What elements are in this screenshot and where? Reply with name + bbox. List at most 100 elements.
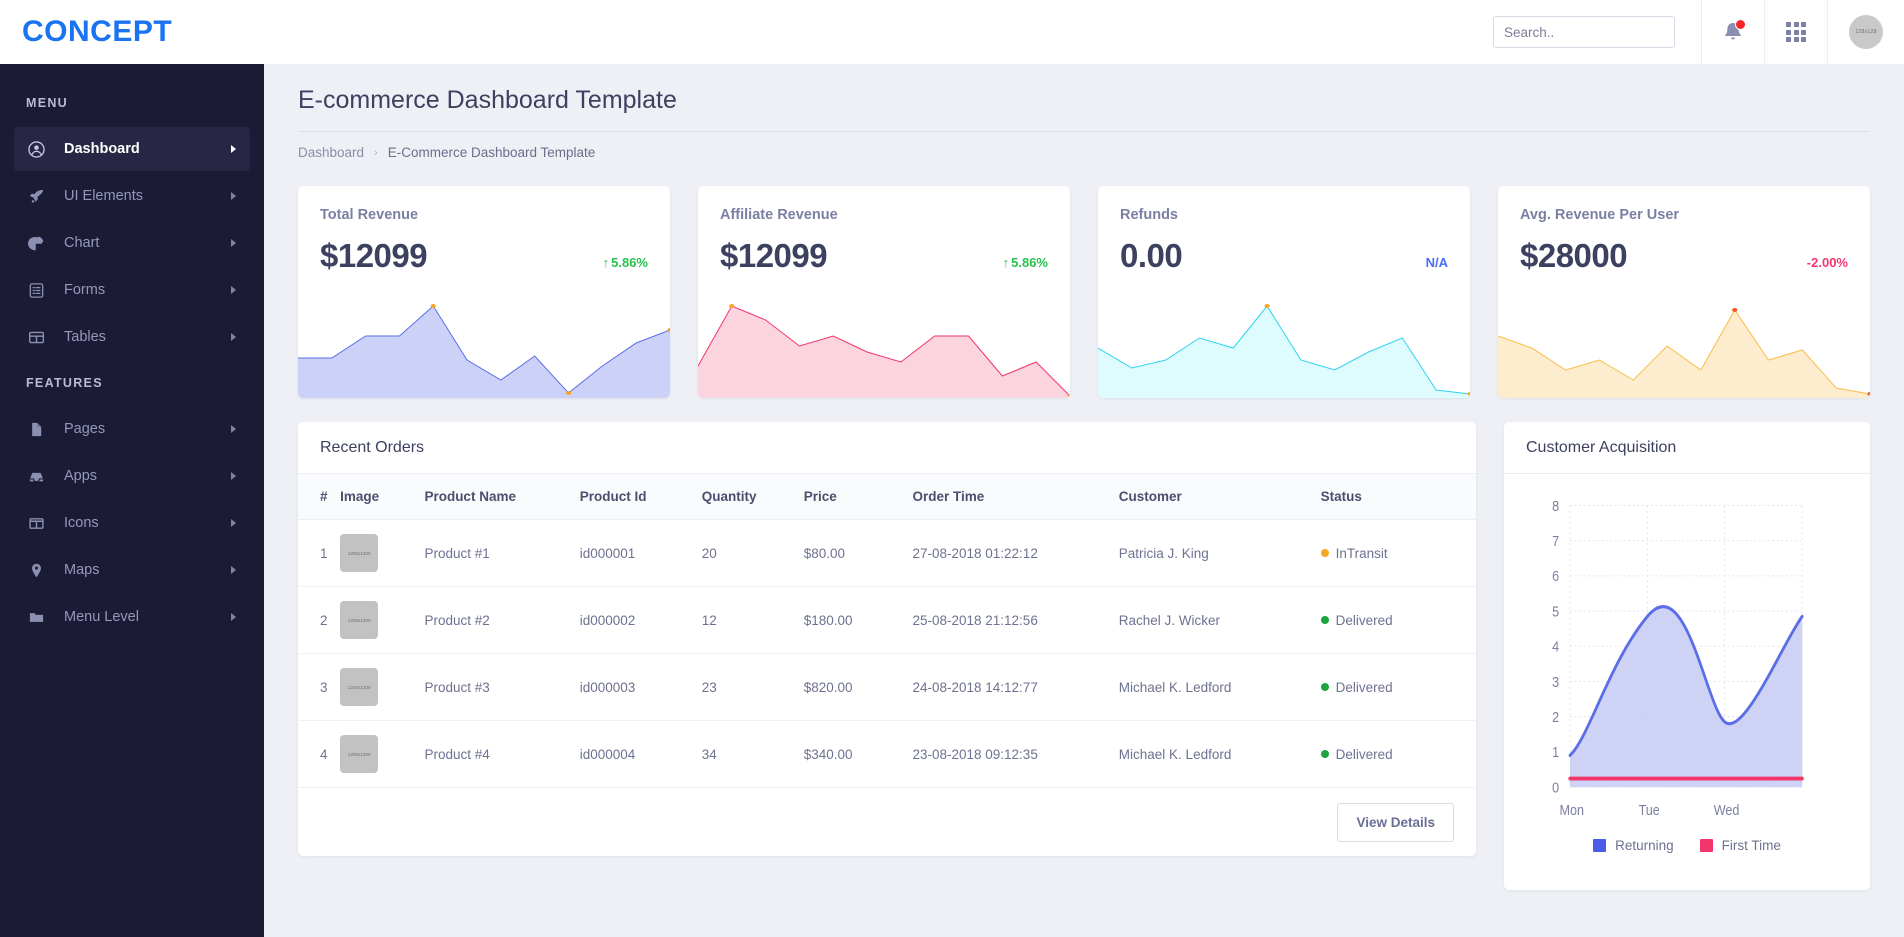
table-icon xyxy=(28,329,54,346)
cell-image: 1200x1200 xyxy=(340,519,425,587)
stat-delta-value: 5.86% xyxy=(611,255,648,270)
column-header-order-time: Order Time xyxy=(912,474,1119,520)
rocket-icon xyxy=(28,188,54,205)
sidebar-item-maps[interactable]: Maps xyxy=(14,548,250,592)
ytick-2: 2 xyxy=(1552,708,1559,725)
status-dot-icon xyxy=(1320,750,1329,758)
cell-product-id: id000001 xyxy=(579,519,702,587)
product-thumbnail: 1200x1200 xyxy=(340,735,379,773)
cell-order-time: 27-08-2018 01:22:12 xyxy=(912,519,1119,587)
xtick-wed: Wed xyxy=(1714,801,1740,818)
cell-num: 2 xyxy=(298,586,341,654)
stat-cards-row: Total Revenue $12099 ↑ 5.86% Affiliate R… xyxy=(264,160,1904,398)
customer-acquisition-title: Customer Acquisition xyxy=(1504,422,1870,474)
table-row[interactable]: 4 1200x1200 Product #4 id000004 34 $340.… xyxy=(298,720,1476,788)
stat-delta-value: 5.86% xyxy=(1011,255,1048,270)
stat-value: $12099 xyxy=(720,237,828,274)
legend-item-first-time[interactable]: First Time xyxy=(1699,838,1781,853)
sparkline-affiliate-revenue xyxy=(698,298,1070,398)
sidebar-section-menu: MENU xyxy=(26,96,69,110)
notifications-button[interactable] xyxy=(1702,0,1764,64)
arrow-up-icon: ↑ xyxy=(1002,255,1010,270)
customer-acquisition-card: Customer Acquisition 8 7 6 5 4 3 2 1 0 M… xyxy=(1504,422,1870,890)
cell-product-id: id000003 xyxy=(579,653,702,721)
cell-status: Delivered xyxy=(1320,653,1476,721)
sidebar-item-ui-elements[interactable]: UI Elements xyxy=(14,174,250,218)
table-header-row: # Image Product Name Product Id Quantity… xyxy=(298,474,1476,520)
stat-card-avg-revenue-per-user: Avg. Revenue Per User $28000 -2.00% xyxy=(1498,186,1870,398)
sidebar-item-dashboard[interactable]: Dashboard xyxy=(14,127,250,171)
sidebar-item-label: Chart xyxy=(64,235,100,251)
column-header-product-id: Product Id xyxy=(579,474,702,520)
cell-price: $340.00 xyxy=(803,720,913,788)
cell-image: 1200x1200 xyxy=(340,653,425,721)
breadcrumb-item-current: E-Commerce Dashboard Template xyxy=(387,145,596,160)
table-row[interactable]: 3 1200x1200 Product #3 id000003 23 $820.… xyxy=(298,653,1476,721)
search-input[interactable] xyxy=(1504,24,1664,40)
orders-card-footer: View Details xyxy=(298,788,1476,856)
profile-button[interactable]: 128x128 xyxy=(1828,0,1904,64)
sidebar-item-label: Pages xyxy=(64,421,106,437)
chevron-right-icon xyxy=(231,519,236,527)
top-bar: CONCEPT 128x128 xyxy=(0,0,1904,64)
search-box[interactable] xyxy=(1493,16,1675,48)
xtick-mon: Mon xyxy=(1560,801,1584,818)
cell-product-name: Product #3 xyxy=(424,653,580,721)
view-details-button[interactable]: View Details xyxy=(1337,802,1454,842)
cell-customer: Michael K. Ledford xyxy=(1118,720,1321,788)
status-badge: Delivered xyxy=(1320,747,1476,762)
sidebar-item-icons[interactable]: Icons xyxy=(14,501,250,545)
chevron-right-icon xyxy=(231,333,236,341)
sidebar-item-label: Forms xyxy=(64,282,106,298)
column-header-price: Price xyxy=(803,474,913,520)
cell-quantity: 12 xyxy=(701,586,804,654)
sidebar-item-menu-level[interactable]: Menu Level xyxy=(14,595,250,639)
chevron-right-icon xyxy=(231,192,236,200)
brand-logo[interactable]: CONCEPT xyxy=(0,0,264,64)
table-row[interactable]: 2 1200x1200 Product #2 id000002 12 $180.… xyxy=(298,586,1476,654)
sidebar-item-chart[interactable]: Chart xyxy=(14,221,250,265)
file-icon xyxy=(28,421,54,438)
column-header-num: # xyxy=(298,474,341,520)
status-label: InTransit xyxy=(1335,545,1388,561)
orders-table-body: 1 1200x1200 Product #1 id000001 20 $80.0… xyxy=(298,519,1476,788)
ytick-0: 0 xyxy=(1552,778,1559,795)
stat-label: Total Revenue xyxy=(320,207,419,223)
cell-order-time: 24-08-2018 14:12:77 xyxy=(912,653,1119,721)
ytick-8: 8 xyxy=(1552,497,1559,514)
table-row[interactable]: 1 1200x1200 Product #1 id000001 20 $80.0… xyxy=(298,519,1476,587)
cell-price: $820.00 xyxy=(803,653,913,721)
chevron-right-icon xyxy=(231,613,236,621)
status-badge: Delivered xyxy=(1320,613,1476,628)
cell-product-name: Product #2 xyxy=(424,586,580,654)
breadcrumb-item-dashboard[interactable]: Dashboard xyxy=(298,145,364,160)
legend-item-returning[interactable]: Returning xyxy=(1593,838,1674,853)
status-dot-icon xyxy=(1320,683,1329,691)
sidebar-item-label: UI Elements xyxy=(64,188,143,204)
column-header-status: Status xyxy=(1320,474,1476,520)
stat-value: $28000 xyxy=(1520,237,1628,274)
sidebar-item-apps[interactable]: Apps xyxy=(14,454,250,498)
ytick-5: 5 xyxy=(1552,602,1559,619)
ytick-6: 6 xyxy=(1552,567,1559,584)
product-thumbnail: 1200x1200 xyxy=(340,601,379,639)
cell-status: Delivered xyxy=(1320,720,1476,788)
chevron-right-icon xyxy=(231,239,236,247)
legend-swatch-returning xyxy=(1593,839,1607,852)
sidebar-item-label: Menu Level xyxy=(64,609,139,625)
sidebar-item-pages[interactable]: Pages xyxy=(14,407,250,451)
apps-button[interactable] xyxy=(1765,0,1827,64)
orders-table: # Image Product Name Product Id Quantity… xyxy=(298,474,1476,788)
sidebar-item-forms[interactable]: Forms xyxy=(14,268,250,312)
ytick-1: 1 xyxy=(1552,743,1559,760)
sidebar-section-features: FEATURES xyxy=(26,376,103,390)
ytick-7: 7 xyxy=(1552,532,1559,549)
column-header-customer: Customer xyxy=(1118,474,1321,520)
recent-orders-card: Recent Orders # Image Product Name Produ… xyxy=(298,422,1476,856)
page-header: E-commerce Dashboard Template Dashboard … xyxy=(264,64,1904,160)
cell-customer: Michael K. Ledford xyxy=(1118,653,1321,721)
recent-orders-title: Recent Orders xyxy=(298,422,1476,474)
stat-label: Avg. Revenue Per User xyxy=(1520,207,1680,223)
sidebar-item-tables[interactable]: Tables xyxy=(14,315,250,359)
pie-chart-icon xyxy=(28,235,54,252)
